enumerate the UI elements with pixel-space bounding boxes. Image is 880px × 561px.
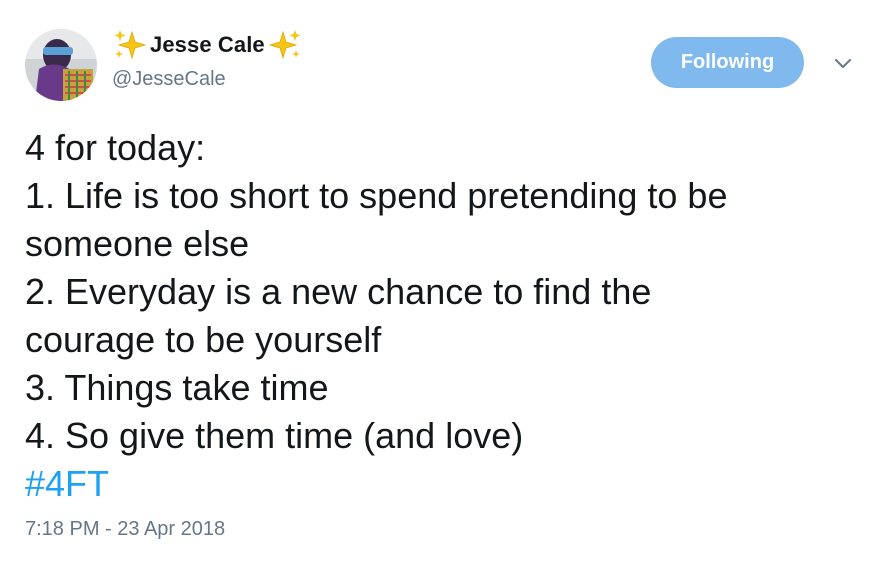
tweet-line: 1. Life is too short to spend pretending… bbox=[25, 175, 728, 216]
tweet-text: 4 for today: 1. Life is too short to spe… bbox=[25, 124, 870, 508]
tweet-timestamp[interactable]: 7:18 PM - 23 Apr 2018 bbox=[25, 518, 225, 541]
tweet-line: 3. Things take time bbox=[25, 367, 329, 408]
hashtag-link[interactable]: #4FT bbox=[25, 460, 870, 508]
author-name-row[interactable]: Jesse Cale bbox=[112, 28, 303, 62]
chevron-down-icon[interactable] bbox=[832, 52, 854, 74]
following-button[interactable]: Following bbox=[651, 37, 804, 88]
tweet-line: someone else bbox=[25, 223, 250, 264]
user-handle[interactable]: @JesseCale bbox=[112, 68, 226, 91]
sparkles-icon bbox=[268, 30, 301, 60]
tweet-line: 4 for today: bbox=[25, 127, 206, 168]
avatar[interactable] bbox=[25, 29, 97, 101]
tweet-line: 2. Everyday is a new chance to find the bbox=[25, 271, 652, 312]
sparkles-icon bbox=[114, 30, 147, 60]
display-name[interactable]: Jesse Cale bbox=[150, 32, 265, 58]
tweet-line: courage to be yourself bbox=[25, 319, 382, 360]
profile-photo-icon bbox=[25, 29, 97, 101]
tweet-line: 4. So give them time (and love) bbox=[25, 415, 524, 456]
